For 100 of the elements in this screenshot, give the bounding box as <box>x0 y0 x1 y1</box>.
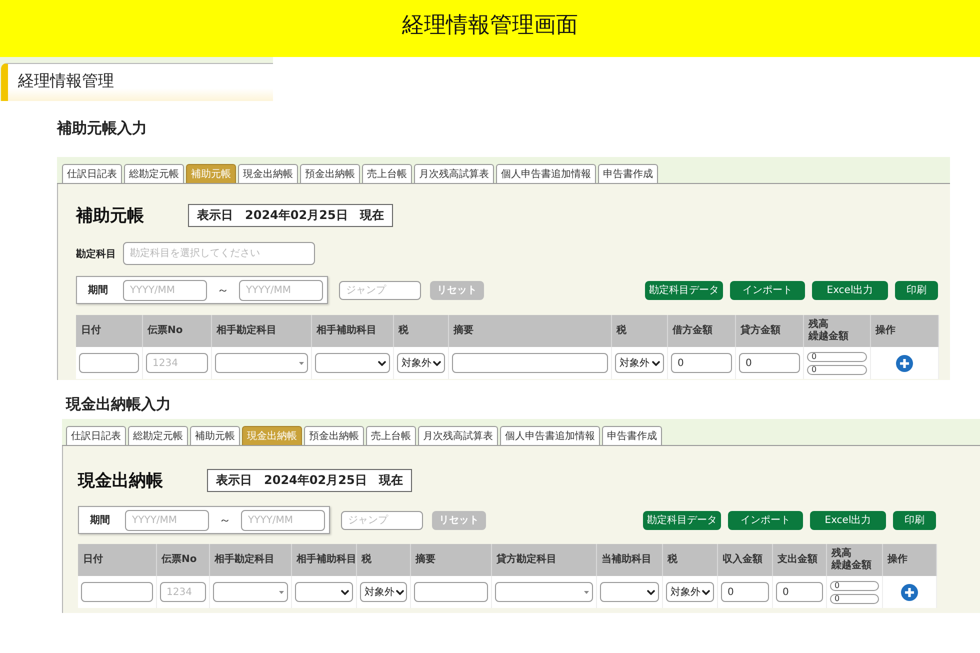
column-header: 税 <box>356 544 410 576</box>
print-button[interactable]: 印刷 <box>893 510 936 530</box>
table-input-field[interactable] <box>79 353 138 373</box>
dropdown-field[interactable]: 対象外 <box>614 353 664 373</box>
table-input-field[interactable] <box>452 353 608 373</box>
dropdown-field[interactable]: 対象外 <box>360 582 406 602</box>
column-header: 操作 <box>882 544 936 576</box>
period-from-field[interactable]: YYYY/MM <box>125 510 209 530</box>
tab[interactable]: 現金出納帳 <box>238 164 298 183</box>
tab[interactable]: 月次残高試算表 <box>418 426 498 445</box>
column-header: 税 <box>662 544 717 576</box>
jump-field[interactable]: ジャンプ <box>341 510 423 530</box>
account-data-button[interactable]: 勘定科目データ <box>643 510 721 530</box>
balance-field[interactable]: 0 <box>806 352 866 362</box>
chevron-down-icon <box>702 590 710 594</box>
dropdown-field[interactable]: 対象外 <box>666 582 714 602</box>
column-header: 支出金額 <box>772 544 826 576</box>
table-input-field[interactable]: 0 <box>738 353 800 373</box>
caret-down-icon <box>584 590 588 594</box>
print-button[interactable]: 印刷 <box>895 280 938 300</box>
plus-circle-icon <box>896 354 912 372</box>
tab[interactable]: 申告書作成 <box>598 164 658 183</box>
combo-field[interactable] <box>494 582 592 602</box>
column-header: 操作 <box>870 315 938 347</box>
tab[interactable]: 売上台帳 <box>366 426 416 445</box>
chevron-down-icon <box>396 590 404 594</box>
table-input-field[interactable]: 0 <box>720 582 768 602</box>
table-input-field[interactable]: 1234 <box>146 353 208 373</box>
account-select-field[interactable]: 勘定科目を選択してください <box>123 242 315 265</box>
tab[interactable]: 仕訳日記表 <box>66 426 126 445</box>
tab[interactable]: 補助元帳 <box>190 426 240 445</box>
table-input-field[interactable]: 0 <box>776 582 822 602</box>
table-input-field[interactable]: 1234 <box>160 582 206 602</box>
tab[interactable]: 総勘定元帳 <box>124 164 184 183</box>
add-button[interactable] <box>896 354 912 372</box>
column-header: 伝票No <box>156 544 209 576</box>
period-label: 期間 <box>88 284 109 297</box>
dropdown-field[interactable] <box>294 582 352 602</box>
column-header: 日付 <box>78 544 156 576</box>
balance-field[interactable]: 0 <box>830 594 878 604</box>
column-header: 借方金額 <box>667 315 735 347</box>
column-header: 摘要 <box>448 315 611 347</box>
plus-circle-icon <box>900 584 918 600</box>
tab[interactable]: 個人申告書追加情報 <box>500 426 600 445</box>
tab[interactable]: 売上台帳 <box>362 164 412 183</box>
import-button[interactable]: インポート <box>730 280 805 300</box>
balance-field[interactable]: 0 <box>830 580 878 590</box>
chevron-down-icon <box>340 590 348 594</box>
app-title: 経理情報管理 <box>18 71 114 92</box>
column-header: 日付 <box>76 315 142 347</box>
range-separator: ～ <box>217 282 229 298</box>
column-header: 相手補助科目 <box>291 544 356 576</box>
column-header: 税 <box>393 315 448 347</box>
dropdown-field[interactable] <box>600 582 658 602</box>
tab[interactable]: 預金出納帳 <box>304 426 364 445</box>
balance-field[interactable]: 0 <box>806 364 866 374</box>
section-heading: 補助元帳入力 <box>57 118 147 138</box>
dropdown-field[interactable]: 対象外 <box>396 353 444 373</box>
column-header: 伝票No <box>142 315 211 347</box>
table-input-field[interactable] <box>414 582 488 602</box>
period-label: 期間 <box>90 514 111 527</box>
period-to-field[interactable]: YYYY/MM <box>239 280 323 300</box>
column-header: 貸方勘定科目 <box>491 544 596 576</box>
tab[interactable]: 預金出納帳 <box>300 164 360 183</box>
tab[interactable]: 総勘定元帳 <box>128 426 188 445</box>
chevron-down-icon <box>646 590 654 594</box>
ledger-title: 補助元帳 <box>76 205 144 227</box>
add-button[interactable] <box>900 584 918 600</box>
account-label: 勘定科目 <box>76 247 116 260</box>
tab[interactable]: 仕訳日記表 <box>62 164 122 183</box>
tab[interactable]: 個人申告書追加情報 <box>496 164 596 183</box>
combo-field[interactable] <box>212 582 288 602</box>
column-header: 当補助科目 <box>596 544 662 576</box>
combo-field[interactable] <box>214 353 308 373</box>
import-button[interactable]: インポート <box>728 510 803 530</box>
table-input-field[interactable] <box>81 582 152 602</box>
period-to-field[interactable]: YYYY/MM <box>241 510 325 530</box>
table-input-field[interactable]: 0 <box>670 353 732 373</box>
column-header: 相手補助科目 <box>311 315 393 347</box>
tab[interactable]: 月次残高試算表 <box>414 164 494 183</box>
tab[interactable]: 申告書作成 <box>602 426 662 445</box>
column-header: 残高繰越金額 <box>826 544 882 576</box>
caret-down-icon <box>278 590 284 594</box>
excel-export-button[interactable]: Excel出力 <box>810 510 886 530</box>
account-data-button[interactable]: 勘定科目データ <box>645 280 723 300</box>
jump-field[interactable]: ジャンプ <box>339 280 421 300</box>
period-from-field[interactable]: YYYY/MM <box>123 280 207 300</box>
range-separator: ～ <box>219 512 231 528</box>
dropdown-field[interactable] <box>314 353 390 373</box>
display-date: 表示日 2024年02月25日 現在 <box>188 204 393 227</box>
column-header: 相手勘定科目 <box>211 315 311 347</box>
page-title: 経理情報管理画面 <box>402 12 578 40</box>
caret-down-icon <box>298 362 304 364</box>
section-heading: 現金出納帳入力 <box>66 394 171 414</box>
column-header: 貸方金額 <box>735 315 803 347</box>
chevron-down-icon <box>432 360 440 366</box>
column-header: 残高繰越金額 <box>803 315 870 347</box>
excel-export-button[interactable]: Excel出力 <box>812 280 888 300</box>
ledger-title: 現金出納帳 <box>78 470 163 492</box>
column-header: 税 <box>611 315 667 347</box>
